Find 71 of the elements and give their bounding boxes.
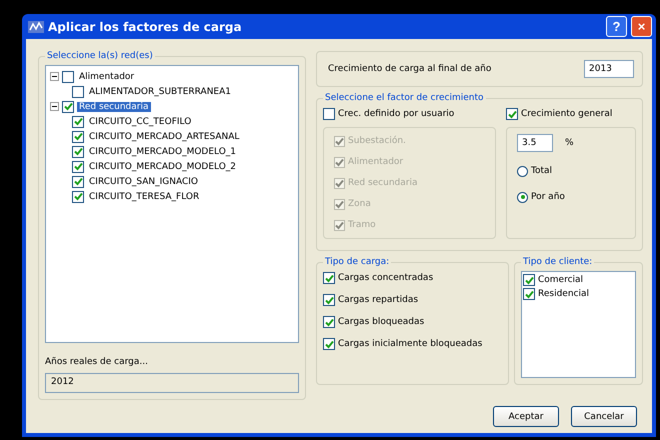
checkbox[interactable] bbox=[72, 130, 84, 142]
group-legend: Tipo de cliente: bbox=[521, 257, 594, 267]
collapse-icon[interactable] bbox=[50, 72, 59, 81]
years-field[interactable]: 2012 bbox=[45, 373, 299, 393]
group-legend: Tipo de carga: bbox=[323, 257, 392, 267]
checkbox-label: Cargas concentradas bbox=[338, 273, 434, 283]
checkbox-label: Crec. definido por usuario bbox=[338, 109, 454, 119]
field-label: Años reales de carga... bbox=[45, 357, 149, 367]
check-icon bbox=[508, 110, 516, 118]
accept-button[interactable]: Aceptar bbox=[493, 406, 559, 427]
cancel-button[interactable]: Cancelar bbox=[571, 406, 637, 427]
check-icon bbox=[324, 340, 334, 348]
checkbox-label: Cargas bloqueadas bbox=[338, 317, 424, 327]
tree-item[interactable]: CIRCUITO_CC_TEOFILO bbox=[87, 116, 194, 126]
checkbox[interactable] bbox=[62, 100, 74, 112]
percent-field[interactable]: 3.5 bbox=[517, 134, 553, 152]
checkbox[interactable] bbox=[506, 108, 518, 120]
help-button[interactable]: ? bbox=[606, 16, 627, 37]
checkbox[interactable] bbox=[62, 70, 74, 82]
group-legend: Seleccione el factor de crecimiento bbox=[323, 93, 486, 103]
checkbox-label: Zona bbox=[348, 199, 371, 209]
close-button[interactable]: × bbox=[631, 16, 652, 37]
field-label: Crecimiento de carga al final de año bbox=[328, 64, 492, 74]
check-icon bbox=[324, 318, 334, 326]
checkbox[interactable] bbox=[72, 190, 84, 202]
check-icon bbox=[324, 296, 334, 304]
tree-item[interactable]: CIRCUITO_MERCADO_MODELO_1 bbox=[87, 146, 238, 156]
checkbox[interactable] bbox=[523, 274, 535, 286]
radio-label: Por año bbox=[531, 192, 565, 202]
checkbox-label: Residencial bbox=[538, 289, 589, 299]
tree-item[interactable]: CIRCUITO_SAN_IGNACIO bbox=[87, 176, 200, 186]
radio-button[interactable] bbox=[517, 192, 528, 202]
checkbox[interactable] bbox=[323, 338, 335, 350]
checkbox[interactable] bbox=[72, 116, 84, 128]
check-icon bbox=[335, 220, 344, 230]
checkbox[interactable] bbox=[72, 160, 84, 172]
check-icon bbox=[324, 274, 334, 282]
checkbox-label: Cargas repartidas bbox=[338, 295, 418, 305]
tree-item[interactable]: Alimentador bbox=[77, 72, 136, 82]
checkbox[interactable] bbox=[523, 288, 535, 300]
check-icon bbox=[335, 158, 344, 166]
checkbox-label: Tramo bbox=[348, 220, 376, 230]
tree-item[interactable]: CIRCUITO_MERCADO_ARTESANAL bbox=[87, 132, 242, 142]
check-icon bbox=[335, 136, 344, 146]
checkbox-label: Red secundaria bbox=[348, 178, 418, 188]
checkbox[interactable] bbox=[323, 272, 335, 284]
year-field[interactable]: 2013 bbox=[584, 60, 634, 78]
tree-item[interactable]: ALIMENTADOR_SUBTERRANEA1 bbox=[87, 86, 233, 96]
unit-label: % bbox=[565, 138, 574, 148]
check-icon bbox=[335, 178, 344, 188]
checkbox[interactable] bbox=[72, 176, 84, 188]
window-title: Aplicar los factores de carga bbox=[48, 20, 243, 34]
checkbox[interactable] bbox=[323, 316, 335, 328]
group-legend: Seleccione la(s) red(es) bbox=[45, 51, 155, 61]
collapse-icon[interactable] bbox=[50, 102, 59, 111]
checkbox-label: Crecimiento general bbox=[521, 109, 612, 119]
tree-item[interactable]: Red secundaria bbox=[77, 102, 150, 112]
checkbox-label: Comercial bbox=[538, 275, 584, 285]
checkbox[interactable] bbox=[323, 294, 335, 306]
checkbox[interactable] bbox=[323, 108, 335, 120]
checkbox[interactable] bbox=[72, 146, 84, 158]
tree-item[interactable]: CIRCUITO_MERCADO_MODELO_2 bbox=[87, 162, 238, 172]
app-icon bbox=[28, 20, 44, 34]
checkbox-label: Cargas inicialmente bloqueadas bbox=[338, 339, 482, 349]
checkbox[interactable] bbox=[72, 86, 84, 98]
tree-item[interactable]: CIRCUITO_TERESA_FLOR bbox=[87, 192, 202, 202]
checkbox-label: Alimentador bbox=[348, 157, 404, 167]
radio-button[interactable] bbox=[517, 166, 528, 176]
check-icon bbox=[335, 200, 344, 208]
checkbox-label: Subestación. bbox=[348, 136, 406, 146]
radio-label: Total bbox=[531, 166, 552, 176]
